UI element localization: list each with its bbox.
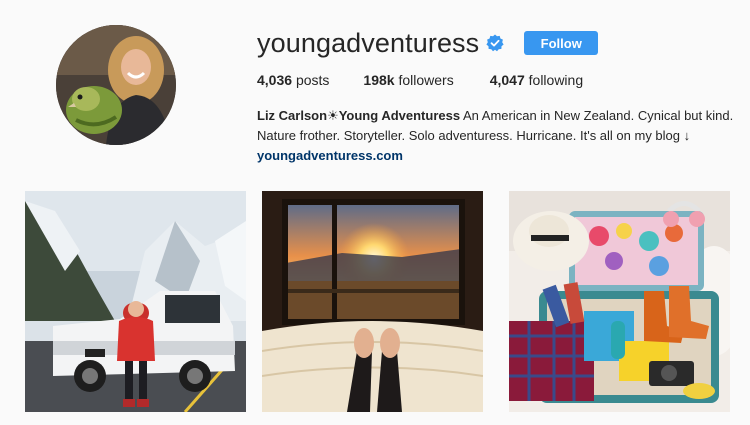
profile-avatar[interactable] [56,25,176,145]
post-tile[interactable] [509,191,730,412]
following-label: following [528,72,584,88]
profile-bio: Liz Carlson☀Young Adventuress An America… [257,106,737,166]
following-value: 4,047 [489,72,525,88]
followers-link[interactable]: 198k followers [363,72,453,88]
photo-sunset-bedroom [262,191,483,412]
photo-truck-mountains [25,191,246,412]
posts-count: 4,036 posts [257,72,329,88]
followers-label: followers [398,72,454,88]
verified-badge-icon [486,34,504,52]
full-name: Liz Carlson☀Young Adventuress [257,108,461,123]
follow-button[interactable]: Follow [524,31,599,55]
photo-packed-suitcase [509,191,730,412]
bio-website-link[interactable]: youngadventuress.com [257,146,737,166]
profile-stats: 4,036 posts 198k followers 4,047 followi… [257,72,617,88]
post-tile[interactable] [262,191,483,412]
following-link[interactable]: 4,047 following [490,72,583,88]
username: youngadventuress [257,28,480,58]
posts-value: 4,036 [257,72,293,88]
posts-label: posts [295,72,330,88]
followers-value: 198k [363,72,395,88]
avatar-image [56,25,176,145]
post-tile[interactable] [25,191,246,412]
profile-header: youngadventuress Follow [257,27,599,59]
